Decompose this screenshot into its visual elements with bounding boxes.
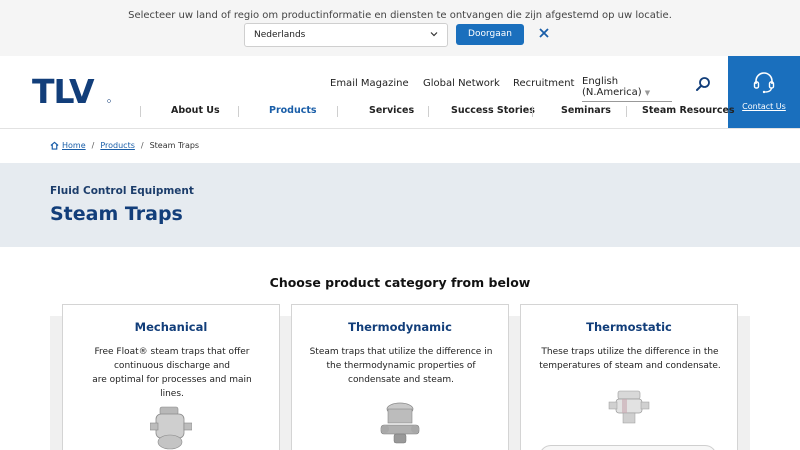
breadcrumb-current: Steam Traps — [149, 141, 200, 150]
description-line: continuous discharge and — [113, 361, 230, 371]
title-band: Fluid Control Equipment Steam Traps — [0, 163, 800, 247]
nav-divider — [337, 106, 338, 117]
search-icon[interactable] — [695, 76, 711, 92]
page-title: Steam Traps — [50, 203, 183, 225]
email-magazine-link[interactable]: Email Magazine — [330, 78, 409, 89]
section-heading: Choose product category from below — [269, 275, 531, 290]
headset-icon — [753, 72, 775, 94]
category-description: Free Float® steam traps that offer conti… — [79, 345, 265, 401]
nav-divider — [238, 106, 239, 117]
continue-button[interactable]: Doorgaan — [456, 24, 524, 45]
country-select-bar: Selecteer uw land of regio om productinf… — [0, 0, 800, 56]
nav-success-stories[interactable]: Success Stories — [451, 105, 535, 116]
language-select[interactable]: English (N.America) ▼ — [582, 76, 672, 102]
nav-products[interactable]: Products — [269, 105, 317, 116]
country-select-value: Nederlands — [254, 30, 306, 40]
site-header: TLV Email Magazine Global Network Recrui… — [0, 56, 800, 129]
mechanical-trap-image — [150, 406, 192, 450]
contact-us-button[interactable]: Contact Us — [728, 56, 800, 128]
contact-us-label: Contact Us — [742, 102, 786, 111]
category-description: Steam traps that utilize the difference … — [308, 345, 494, 387]
thermostatic-trap-image — [608, 390, 650, 424]
description-line: are optimal for processes and main lines… — [92, 375, 252, 399]
description-line: Free Float® steam traps that offer — [94, 347, 250, 357]
thermodynamic-trap-image — [380, 402, 420, 444]
nav-divider — [532, 106, 533, 117]
description-line: condensate and steam. — [348, 375, 454, 385]
breadcrumb: Home / Products / Steam Traps — [50, 141, 199, 150]
country-message: Selecteer uw land of regio om productinf… — [128, 10, 672, 21]
nav-divider — [140, 106, 141, 117]
caret-down-icon: ▼ — [644, 89, 651, 97]
category-card-thermodynamic[interactable]: Thermodynamic Steam traps that utilize t… — [291, 304, 509, 450]
breadcrumb-separator: / — [140, 141, 144, 150]
category-button[interactable] — [539, 445, 717, 450]
breadcrumb-products-link[interactable]: Products — [100, 141, 135, 150]
nav-divider — [626, 106, 627, 117]
category-title: Thermodynamic — [348, 320, 452, 334]
recruitment-link[interactable]: Recruitment — [513, 78, 574, 89]
description-line: the thermodynamic properties of — [326, 361, 476, 371]
home-icon — [50, 141, 59, 150]
nav-divider — [428, 106, 429, 117]
nav-seminars[interactable]: Seminars — [561, 105, 611, 116]
nav-steam-resources[interactable]: Steam Resources — [642, 105, 735, 116]
category-title: Mechanical — [134, 320, 208, 334]
category-card-mechanical[interactable]: Mechanical Free Float® steam traps that … — [62, 304, 280, 450]
category-card-thermostatic[interactable]: Thermostatic These traps utilize the dif… — [520, 304, 738, 450]
page-eyebrow: Fluid Control Equipment — [50, 185, 194, 197]
global-network-link[interactable]: Global Network — [423, 78, 500, 89]
chevron-down-icon — [430, 32, 438, 37]
category-description: These traps utilize the difference in th… — [537, 345, 723, 373]
breadcrumb-home-link[interactable]: Home — [62, 141, 86, 150]
breadcrumb-separator: / — [91, 141, 95, 150]
language-value: English (N.America) — [582, 76, 642, 98]
description-line: temperatures of steam and condensate. — [539, 361, 721, 371]
description-line: These traps utilize the difference in th… — [541, 347, 719, 357]
nav-services[interactable]: Services — [369, 105, 414, 116]
country-select[interactable]: Nederlands — [244, 23, 448, 47]
svg-text:TLV: TLV — [32, 74, 95, 108]
description-line: Steam traps that utilize the difference … — [309, 347, 493, 357]
tlv-logo[interactable]: TLV — [32, 74, 112, 108]
nav-about-us[interactable]: About Us — [171, 105, 220, 116]
category-title: Thermostatic — [586, 320, 672, 334]
close-icon[interactable] — [537, 26, 551, 40]
